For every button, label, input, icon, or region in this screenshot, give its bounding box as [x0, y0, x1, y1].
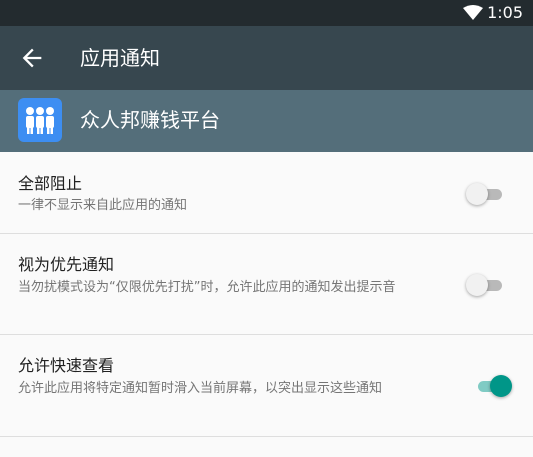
priority-toggle[interactable] [466, 273, 506, 297]
setting-priority[interactable]: 视为优先通知 当勿扰模式设为“仅限优先打扰”时，允许此应用的通知发出提示音 [0, 234, 533, 335]
block-all-toggle[interactable] [466, 182, 506, 206]
status-bar: 1:05 [0, 0, 533, 26]
setting-block-all[interactable]: 全部阻止 一律不显示来自此应用的通知 [0, 152, 533, 234]
setting-subtitle: 一律不显示来自此应用的通知 [18, 198, 188, 213]
setting-title: 全部阻止 [18, 174, 83, 193]
wifi-icon [463, 5, 483, 20]
setting-subtitle: 当勿扰模式设为“仅限优先打扰”时，允许此应用的通知发出提示音 [18, 280, 396, 295]
setting-subtitle: 允许此应用将特定通知暂时滑入当前屏幕，以突出显示这些通知 [18, 381, 383, 396]
setting-title: 视为优先通知 [18, 255, 115, 274]
app-name: 众人邦赚钱平台 [80, 108, 220, 132]
arrow-back-icon[interactable] [18, 44, 46, 72]
peek-toggle[interactable] [472, 374, 512, 398]
toggle-thumb [466, 183, 488, 205]
app-header: 众人邦赚钱平台 [0, 90, 533, 152]
people-app-icon [18, 98, 62, 142]
toggle-thumb [466, 274, 488, 296]
status-time: 1:05 [487, 3, 523, 22]
toolbar: 应用通知 [0, 26, 533, 90]
toggle-thumb [490, 375, 512, 397]
page-title: 应用通知 [80, 46, 160, 70]
setting-peek[interactable]: 允许快速查看 允许此应用将特定通知暂时滑入当前屏幕，以突出显示这些通知 [0, 335, 533, 437]
setting-title: 允许快速查看 [18, 356, 115, 375]
